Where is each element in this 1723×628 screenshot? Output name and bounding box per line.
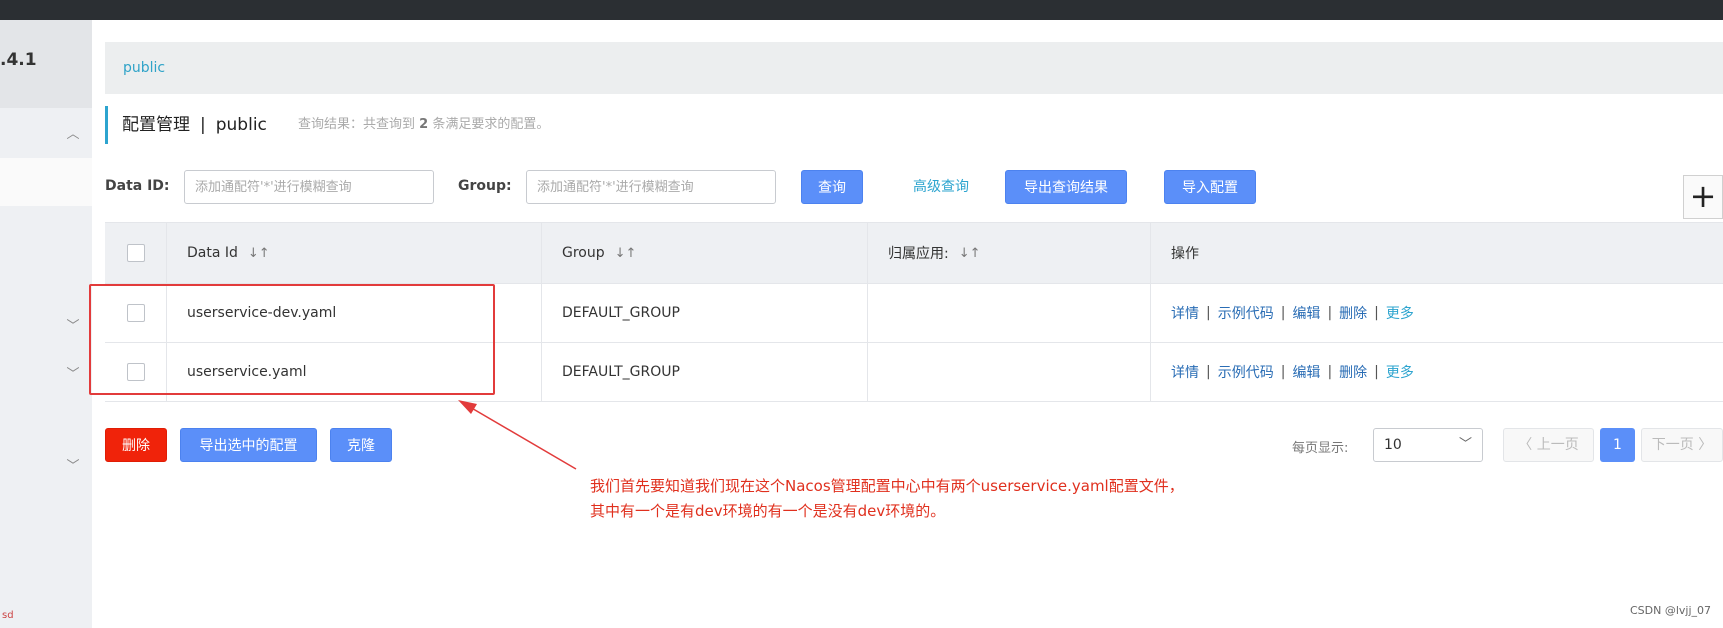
annotation-line-1: 我们首先要知道我们现在这个Nacos管理配置中心中有两个userservice.… [590,477,1184,495]
next-page-label: 下一页 [1651,437,1694,453]
chevron-left-icon: 〈 [1518,437,1537,453]
per-page-select[interactable]: 10 ﹀ [1373,428,1483,462]
per-page-value: 10 [1384,437,1402,453]
watermark: CSDN @lvjj_07 [1630,604,1712,617]
prev-page-button[interactable]: 〈 上一页 [1503,428,1594,462]
annotation-text: 我们首先要知道我们现在这个Nacos管理配置中心中有两个userservice.… [590,474,1184,524]
annotation-line-2: 其中有一个是有dev环境的有一个是没有dev环境的。 [590,502,946,520]
clone-button[interactable]: 克隆 [330,428,392,462]
next-page-button[interactable]: 下一页 〉 [1641,428,1723,462]
chevron-right-icon: 〉 [1693,437,1713,453]
annotation-arrow [458,400,577,470]
prev-page-label: 上一页 [1536,437,1579,453]
delete-button[interactable]: 删除 [105,428,167,462]
export-selected-button[interactable]: 导出选中的配置 [180,428,317,462]
chevron-down-icon: ﹀ [1458,437,1472,452]
page-number-current[interactable]: 1 [1600,428,1635,462]
per-page-label: 每页显示: [1292,441,1349,456]
